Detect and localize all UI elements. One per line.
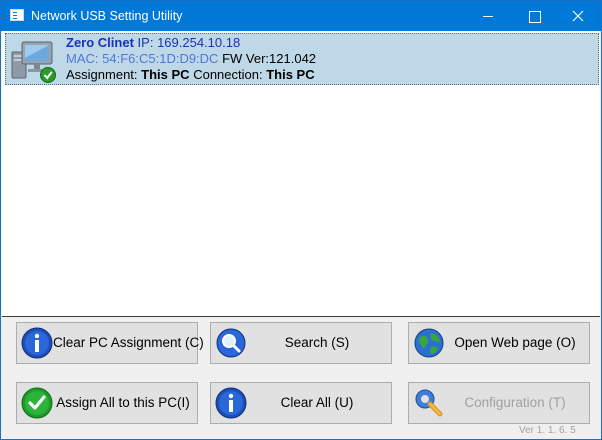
search-button[interactable]: Search (S)	[210, 322, 392, 364]
clear-all-label: Clear All (U)	[280, 395, 354, 410]
check-icon	[21, 387, 53, 419]
wrench-icon	[415, 389, 443, 417]
device-line-assignment: Assignment: This PC Connection: This PC	[66, 67, 315, 83]
configuration-button[interactable]: Configuration (T)	[408, 382, 590, 424]
info-icon	[215, 387, 247, 419]
fw-label: FW Ver:	[222, 51, 270, 66]
maximize-button[interactable]	[511, 1, 557, 31]
minimize-button[interactable]	[465, 1, 511, 31]
connection-label: Connection:	[193, 67, 263, 82]
assignment-value: This PC	[141, 67, 190, 82]
close-button[interactable]	[555, 1, 601, 31]
mac-label: MAC:	[66, 51, 99, 66]
configuration-label: Configuration (T)	[464, 395, 566, 410]
title-bar[interactable]: Network USB Setting Utility	[1, 1, 601, 31]
search-icon	[216, 328, 246, 358]
mac-value: 54:F6:C5:1D:D9:DC	[102, 51, 219, 66]
open-web-page-button[interactable]: Open Web page (O)	[408, 322, 590, 364]
ip-label: IP:	[137, 35, 154, 50]
assign-all-label: Assign All to this PC(I)	[56, 395, 190, 410]
app-window: Network USB Setting Utility Zero Clinet …	[0, 0, 602, 440]
device-list-item[interactable]: Zero Clinet IP: 169.254.10.18 MAC: 54:F6…	[5, 33, 599, 85]
device-name: Zero Clinet	[66, 35, 134, 50]
search-label: Search (S)	[284, 335, 350, 350]
assign-all-button[interactable]: Assign All to this PC(I)	[16, 382, 198, 424]
assignment-label: Assignment:	[66, 67, 138, 82]
device-list[interactable]: Zero Clinet IP: 169.254.10.18 MAC: 54:F6…	[2, 31, 600, 317]
device-line-mac: MAC: 54:F6:C5:1D:D9:DC FW Ver:121.042	[66, 51, 316, 67]
clear-pc-assignment-button[interactable]: Clear PC Assignment (C)	[16, 322, 204, 364]
version-label: Ver 1. 1. 6. 5	[519, 425, 576, 436]
window-icon	[10, 9, 24, 21]
clear-all-button[interactable]: Clear All (U)	[210, 382, 392, 424]
window-title: Network USB Setting Utility	[31, 9, 183, 23]
close-icon	[572, 10, 584, 22]
open-web-page-label: Open Web page (O)	[454, 335, 576, 350]
computer-check-icon	[11, 41, 56, 83]
fw-value: 121.042	[269, 51, 317, 66]
clear-pc-assignment-label: Clear PC Assignment (C)	[53, 335, 204, 350]
device-line-name: Zero Clinet IP: 169.254.10.18	[66, 35, 240, 51]
info-icon	[21, 327, 53, 359]
connection-value: This PC	[266, 67, 315, 82]
globe-icon	[414, 328, 444, 358]
ip-value: 169.254.10.18	[157, 35, 241, 50]
